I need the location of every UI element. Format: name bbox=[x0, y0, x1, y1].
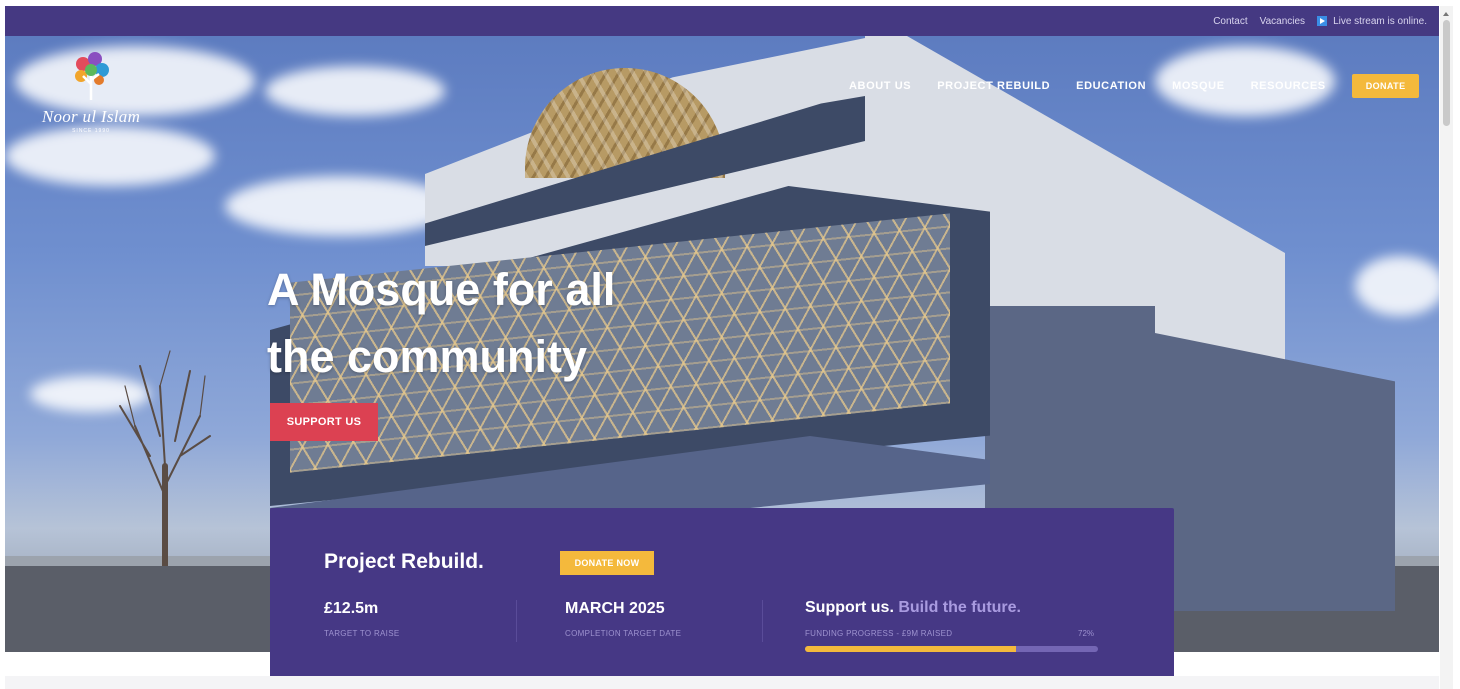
next-section-strip bbox=[5, 676, 1439, 689]
target-value: £12.5m bbox=[324, 600, 379, 617]
bare-tree-graphic bbox=[119, 350, 211, 566]
nav-about-us[interactable]: ABOUT US bbox=[849, 80, 911, 92]
nav-resources[interactable]: RESOURCES bbox=[1251, 80, 1326, 92]
scroll-up-arrow-icon[interactable] bbox=[1443, 12, 1449, 16]
nav-education[interactable]: EDUCATION bbox=[1076, 80, 1146, 92]
hero-heading: A Mosque for all the community bbox=[267, 256, 727, 390]
nav-mosque[interactable]: MOSQUE bbox=[1172, 80, 1225, 92]
divider bbox=[762, 600, 763, 642]
target-stat: £12.5m TARGET TO RAISE bbox=[324, 600, 399, 638]
hero-heading-line-2: the community bbox=[267, 331, 588, 382]
donate-now-button[interactable]: DONATE NOW bbox=[560, 551, 654, 575]
live-stream-label: Live stream is online. bbox=[1333, 15, 1427, 27]
building-side-cladding bbox=[1145, 331, 1395, 611]
donate-button[interactable]: DONATE bbox=[1351, 74, 1420, 98]
logo-wordmark: Noor ul Islam bbox=[41, 107, 141, 126]
cloud bbox=[1355, 256, 1439, 316]
support-heading-bold: Support us. bbox=[805, 599, 894, 616]
vacancies-link[interactable]: Vacancies bbox=[1260, 16, 1305, 27]
divider bbox=[516, 600, 517, 642]
scrollbar-thumb[interactable] bbox=[1443, 20, 1450, 126]
funding-progress-fill bbox=[805, 646, 1016, 652]
card-title: Project Rebuild. bbox=[324, 550, 484, 573]
utility-bar: Contact Vacancies Live stream is online. bbox=[5, 6, 1439, 36]
play-icon bbox=[1317, 16, 1328, 26]
live-stream-link[interactable]: Live stream is online. bbox=[1317, 16, 1427, 27]
date-label: COMPLETION TARGET DATE bbox=[565, 629, 682, 638]
support-heading: Support us. Build the future. bbox=[805, 599, 1021, 617]
hero-heading-line-1: A Mosque for all bbox=[267, 264, 616, 315]
progress-label: FUNDING PROGRESS - £9M RAISED bbox=[805, 629, 953, 638]
cloud bbox=[225, 176, 455, 236]
support-us-button[interactable]: SUPPORT US bbox=[270, 403, 378, 441]
nav-project-rebuild[interactable]: PROJECT REBUILD bbox=[937, 80, 1050, 92]
progress-percent: 72% bbox=[1078, 629, 1095, 638]
logo-since: SINCE 1990 bbox=[72, 128, 110, 134]
funding-progress-bar bbox=[805, 646, 1098, 652]
tree-logo-icon bbox=[75, 52, 109, 100]
support-heading-accent: Build the future. bbox=[898, 599, 1021, 616]
cloud bbox=[265, 66, 445, 116]
contact-link[interactable]: Contact bbox=[1213, 16, 1247, 27]
project-rebuild-card: Project Rebuild. DONATE NOW £12.5m TARGE… bbox=[270, 508, 1174, 682]
target-label: TARGET TO RAISE bbox=[324, 629, 400, 638]
date-value: MARCH 2025 bbox=[565, 600, 665, 617]
site-logo[interactable]: Noor ul Islam SINCE 1990 bbox=[31, 50, 151, 140]
date-stat: MARCH 2025 COMPLETION TARGET DATE bbox=[565, 600, 681, 638]
main-nav: ABOUT US PROJECT REBUILD EDUCATION MOSQU… bbox=[849, 74, 1439, 98]
